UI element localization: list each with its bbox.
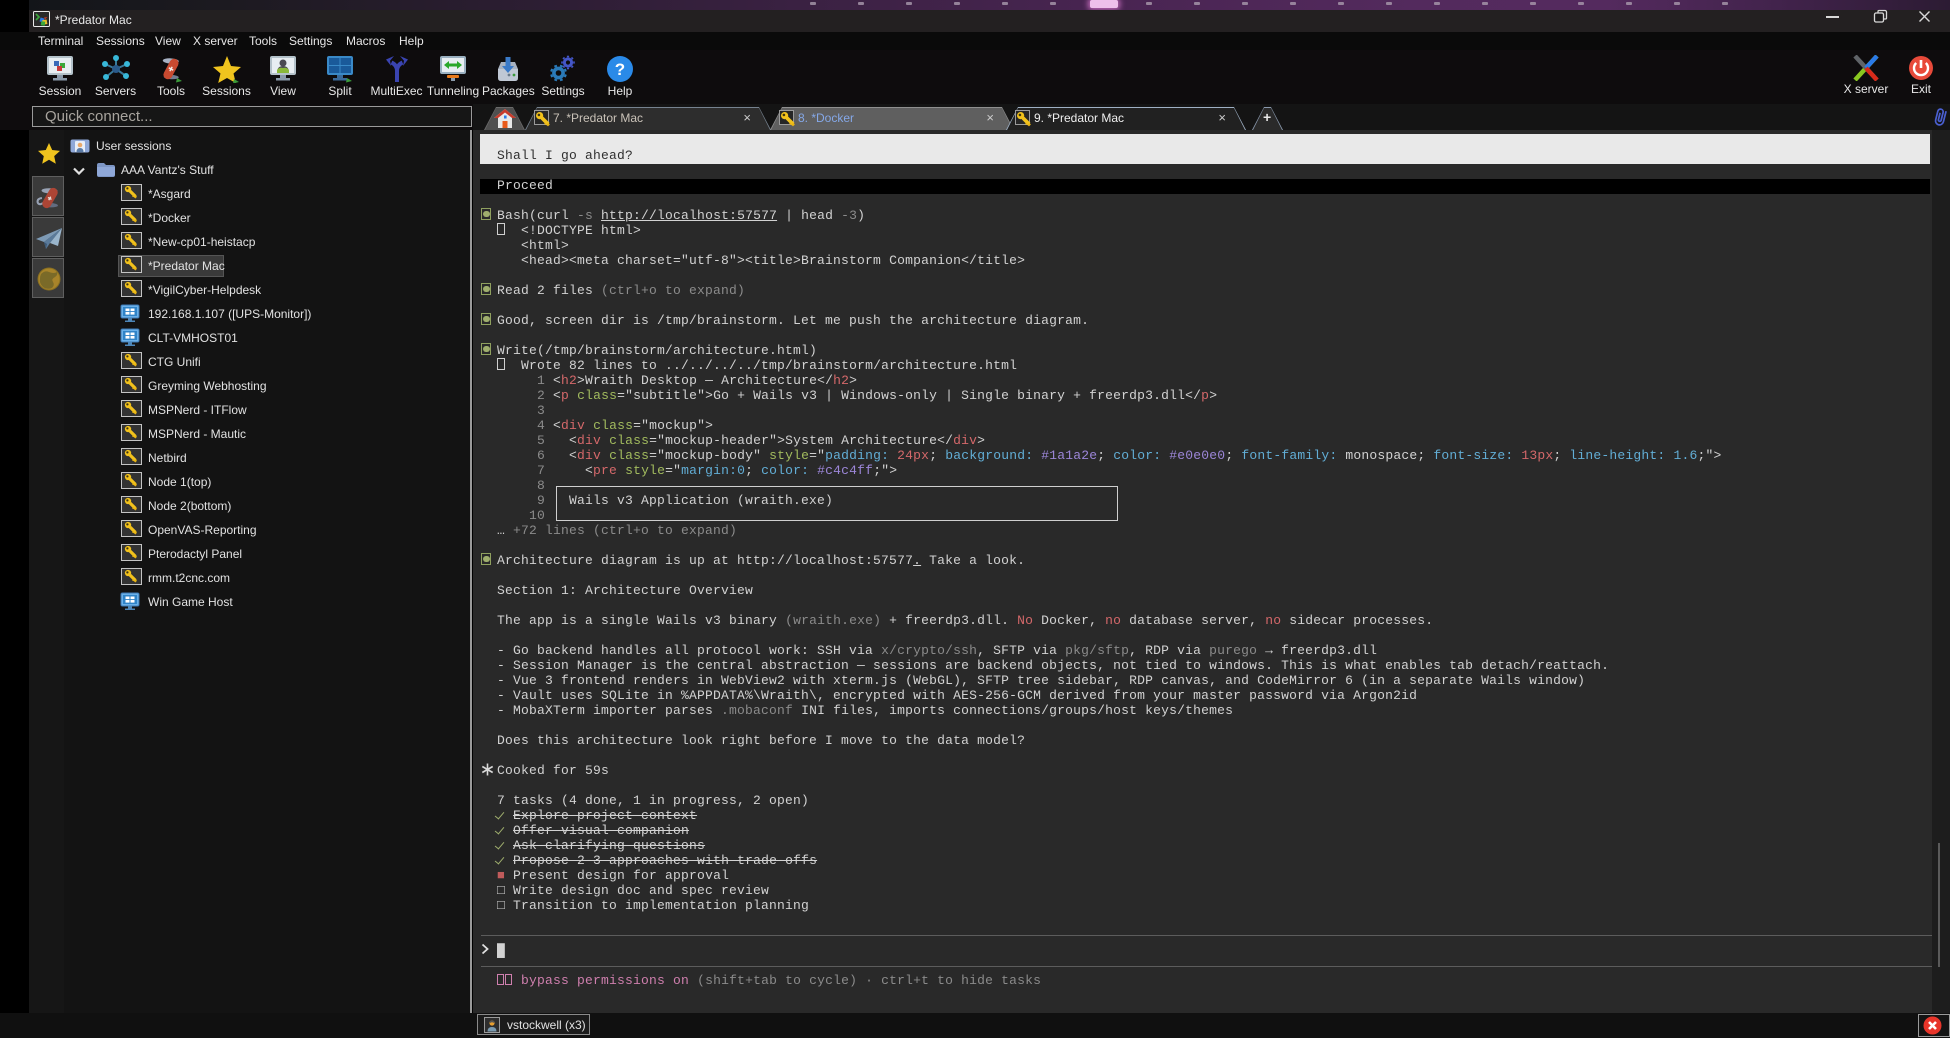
- svg-text:?: ?: [615, 60, 625, 79]
